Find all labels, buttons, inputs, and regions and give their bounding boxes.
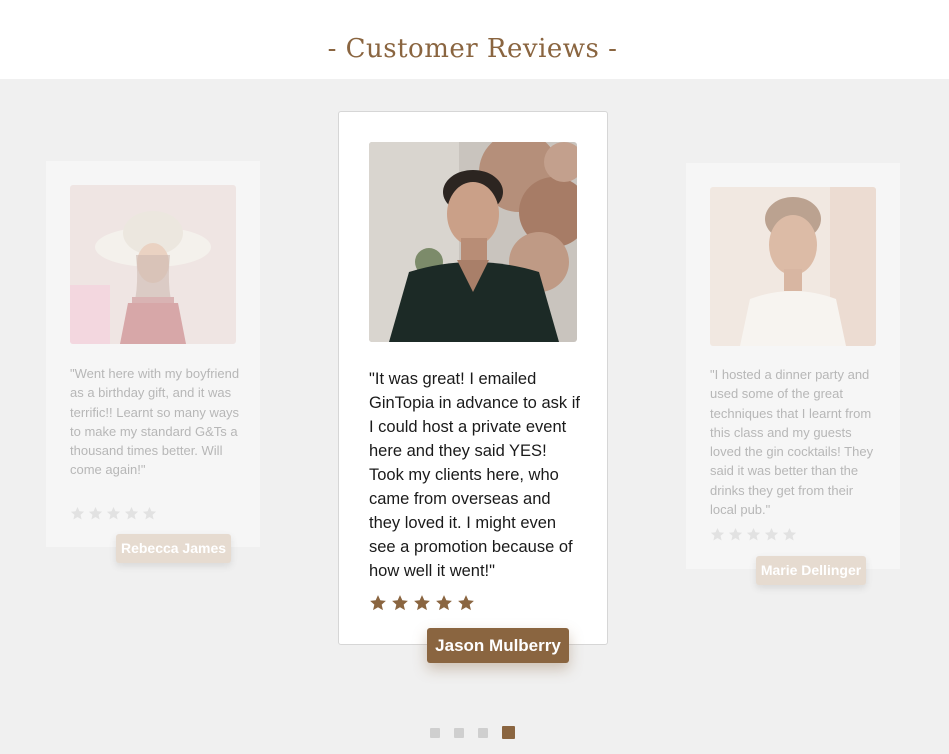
star-icon	[728, 527, 743, 541]
reviewer-photo-jason	[369, 142, 577, 342]
star-icon	[710, 527, 725, 541]
reviewer-name-tag-jason: Jason Mulberry	[427, 628, 569, 663]
star-icon	[746, 527, 761, 541]
section-header: - Customer Reviews -	[0, 0, 949, 79]
review-quote: "It was great! I emailed GinTopia in adv…	[369, 370, 580, 580]
reviewer-name-tag-marie: Marie Dellinger	[756, 556, 866, 585]
star-icon	[88, 506, 103, 520]
carousel-dot-3[interactable]	[478, 727, 488, 738]
review-quote: "Went here with my boyfriend as a birthd…	[70, 366, 240, 478]
carousel-dot-2[interactable]	[454, 727, 464, 738]
rating-stars	[710, 527, 797, 542]
star-icon	[370, 595, 386, 611]
rating-stars	[70, 506, 157, 521]
review-card-right[interactable]: "I hosted a dinner party and used some o…	[686, 163, 900, 569]
carousel-pagination	[430, 726, 515, 739]
carousel-dot-4[interactable]	[502, 726, 515, 739]
reviews-carousel: "Went here with my boyfriend as a birthd…	[0, 79, 949, 754]
star-icon	[458, 595, 474, 611]
reviewer-photo-rebecca	[70, 185, 236, 344]
star-icon	[436, 595, 452, 611]
star-icon	[392, 595, 408, 611]
carousel-dot-1[interactable]	[430, 727, 440, 738]
star-icon	[106, 506, 121, 520]
reviewer-name-tag-rebecca: Rebecca James	[116, 534, 231, 563]
star-icon	[142, 506, 157, 520]
reviewer-photo-marie	[710, 187, 876, 346]
review-card-center[interactable]: "It was great! I emailed GinTopia in adv…	[338, 111, 608, 645]
star-icon	[414, 595, 430, 611]
section-title: - Customer Reviews -	[327, 34, 618, 64]
star-icon	[124, 506, 139, 520]
star-icon	[70, 506, 85, 520]
review-card-left[interactable]: "Went here with my boyfriend as a birthd…	[46, 161, 260, 547]
rating-stars	[369, 594, 475, 612]
star-icon	[782, 527, 797, 541]
star-icon	[764, 527, 779, 541]
review-quote: "I hosted a dinner party and used some o…	[710, 367, 874, 518]
